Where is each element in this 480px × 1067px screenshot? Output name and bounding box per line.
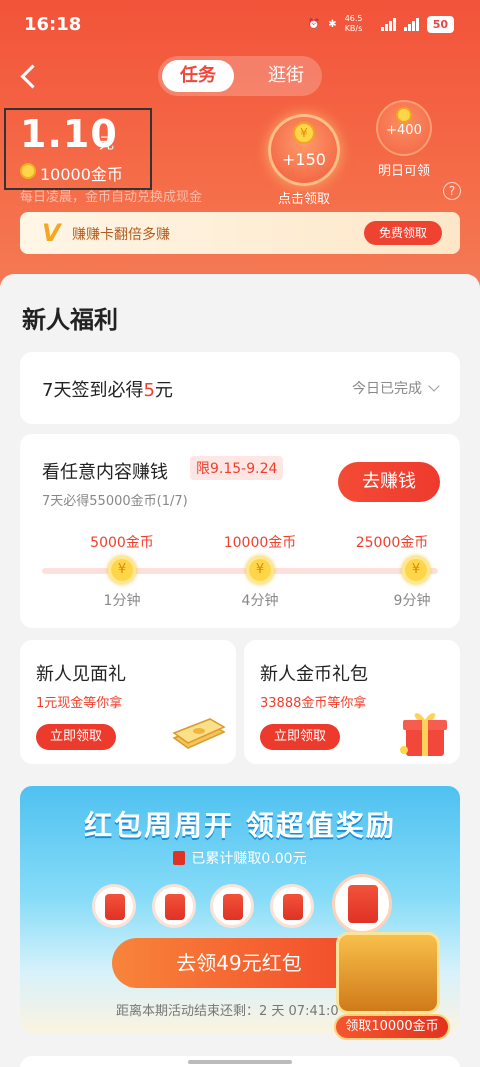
- sign-in-text: 7天签到必得5元: [42, 376, 173, 402]
- coin-gift-pack-card[interactable]: 新人金币礼包 33888金币等你拿 立即领取: [244, 640, 460, 764]
- coin-icon-small: [396, 107, 412, 123]
- reward-claim-label: 点击领取: [277, 192, 330, 207]
- tab-shopping[interactable]: 逛街: [254, 60, 318, 92]
- coin-icon: [20, 163, 36, 179]
- watch-earn-card: 看任意内容赚钱 限9.15-9.24 7天必得55000金币(1/7) 去赚钱 …: [20, 434, 460, 628]
- red-packet-cumulative: 已累计赚取0.00元: [20, 848, 460, 868]
- milestone-time: 4分钟: [241, 593, 279, 609]
- yuan-coin-icon: ¥: [293, 122, 315, 144]
- get-red-packet-button[interactable]: 去领49元红包: [112, 938, 366, 988]
- treasure-chest-icon[interactable]: [336, 932, 440, 1014]
- gift-box-icon: [400, 713, 447, 756]
- red-envelope-big-icon: [332, 874, 392, 934]
- coin-icon: ¥: [108, 556, 136, 584]
- red-envelope-icon: [152, 884, 196, 928]
- claim-now-button[interactable]: 立即领取: [36, 724, 116, 750]
- bluetooth-icon: ✱: [328, 18, 337, 30]
- newcomer-gift-card[interactable]: 新人见面礼 1元现金等你拿 立即领取: [20, 640, 236, 764]
- status-icons: ⏰ ✱ 46.5 KB/s 50: [308, 14, 454, 34]
- cash-stack-icon: [172, 718, 226, 749]
- red-packet-title: 红包周周开 领超值奖励: [84, 809, 396, 842]
- signal-icon: [380, 17, 396, 31]
- claim-coins-label[interactable]: 领取10000金币: [334, 1014, 450, 1040]
- free-claim-button[interactable]: 免费领取: [364, 221, 442, 245]
- milestone-amount: 25000金币: [355, 535, 429, 551]
- help-icon[interactable]: ?: [443, 182, 461, 200]
- watch-subtitle: 7天必得55000金币(1/7): [42, 494, 188, 509]
- double-earn-text: 赚赚卡翻倍多赚: [72, 227, 170, 243]
- tab-task[interactable]: 任务: [162, 60, 234, 92]
- double-earn-banner[interactable]: V 赚赚卡翻倍多赚 免费领取: [20, 212, 460, 254]
- claim-now-button[interactable]: 立即领取: [260, 724, 340, 750]
- gift-title: 新人见面礼: [36, 664, 126, 685]
- v-card-icon: V: [42, 219, 61, 247]
- gift-subtitle: 1元现金等你拿: [36, 696, 123, 711]
- back-arrow-icon[interactable]: [18, 62, 46, 90]
- section-title: 新人福利: [22, 306, 118, 334]
- sign-in-card[interactable]: 7天签到必得5元 今日已完成: [20, 352, 460, 424]
- status-time: 16:18: [24, 14, 82, 35]
- red-envelope-icon: [210, 884, 254, 928]
- reward-tomorrow-value: +400: [386, 123, 422, 138]
- milestone-time: 1分钟: [103, 593, 141, 609]
- coin-icon: ¥: [246, 556, 274, 584]
- cumulative-text: 已累计赚取0.00元: [191, 851, 307, 867]
- sign-in-amount: 5: [143, 380, 155, 401]
- tab-switcher: 任务 逛街: [158, 56, 322, 96]
- net-speed: 46.5 KB/s: [344, 14, 363, 33]
- chevron-down-icon: [428, 380, 440, 392]
- red-envelope-icon: [92, 884, 136, 928]
- reward-claim-value: +150: [282, 150, 326, 169]
- balance-unit: 元: [99, 134, 115, 152]
- exchange-note: 每日凌晨，金币自动兑换成现金: [20, 190, 203, 205]
- red-envelope-icon: [173, 851, 186, 865]
- signal-icon-2: [403, 17, 419, 31]
- home-indicator[interactable]: [188, 1060, 292, 1064]
- watch-date-tag: 限9.15-9.24: [190, 456, 284, 480]
- coin-balance: 10000金币: [40, 165, 123, 184]
- status-bar: 16:18 ⏰ ✱ 46.5 KB/s 50: [0, 0, 480, 48]
- sign-in-status[interactable]: 今日已完成: [352, 378, 440, 398]
- progress-track: [42, 568, 438, 574]
- milestone-time: 9分钟: [393, 593, 431, 609]
- sign-in-status-text: 今日已完成: [352, 381, 422, 397]
- reward-tomorrow-label: 明日可领: [377, 164, 430, 179]
- gift-subtitle: 33888金币等你拿: [260, 696, 367, 711]
- activity-countdown: 距离本期活动结束还剩：2 天 07:41:0: [116, 1004, 339, 1019]
- alarm-icon: ⏰: [307, 18, 321, 30]
- milestone-amount: 10000金币: [223, 535, 297, 551]
- milestone-amount: 5000金币: [90, 535, 154, 551]
- watch-title: 看任意内容赚钱: [42, 462, 168, 483]
- red-envelope-icon: [270, 884, 314, 928]
- gift-title: 新人金币礼包: [260, 664, 368, 685]
- battery-icon: 50: [426, 15, 454, 33]
- coin-icon: ¥: [402, 556, 430, 584]
- sign-in-text-prefix: 7天签到必得: [42, 380, 144, 401]
- sign-in-unit: 元: [154, 380, 173, 401]
- go-earn-button[interactable]: 去赚钱: [338, 462, 440, 502]
